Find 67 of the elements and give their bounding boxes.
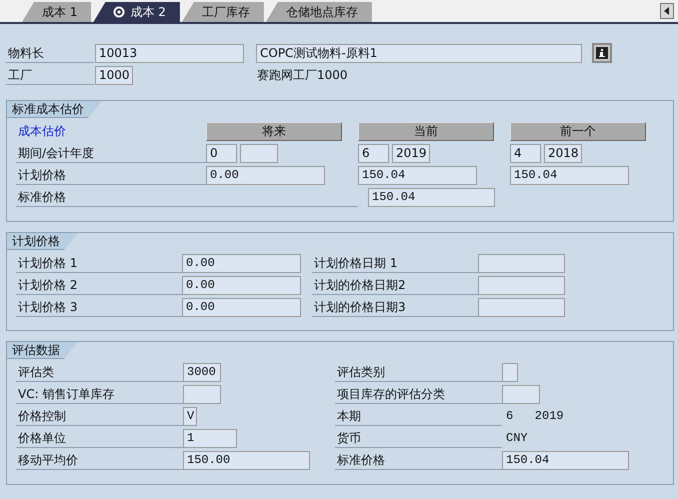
section-heading: 成本估价 [17,122,67,140]
input-field[interactable]: 150.04 [358,166,477,184]
field-label: 项目库存的评估分类 [335,384,502,404]
field-label: 价格单位 [16,428,183,448]
input-field[interactable]: 1 [183,428,237,448]
field-label: 期间/会计年度 [16,144,206,162]
input-field[interactable] [478,298,565,316]
field-value: CNY [505,431,528,445]
input-field[interactable] [502,362,518,382]
input-field[interactable]: 150.04 [510,166,629,184]
input-field[interactable]: 0.00 [182,298,301,316]
field-label: 计划的价格日期2 [312,276,478,294]
input-field[interactable] [478,254,565,272]
field-label: 货币 [335,428,502,448]
input-field[interactable] [478,276,565,294]
column-button[interactable]: 将来 [206,122,342,140]
field-label: 计划价格日期 1 [312,254,478,272]
tab[interactable]: 仓储地点库存 [266,2,372,22]
field-label: 移动平均价 [16,450,183,470]
input-field[interactable] [183,384,221,404]
input-field[interactable]: 2019 [392,144,430,162]
input-field[interactable] [240,144,278,162]
group-title: 标准成本估价 [7,101,102,118]
field-label: 计划的价格日期3 [312,298,478,316]
input-field[interactable]: 6 [358,144,389,162]
tab[interactable]: 成本 2 [93,2,180,22]
field-label: VC: 销售订单库存 [16,384,183,404]
input-field[interactable]: COPC测试物料-原料1 [256,44,582,62]
input-field[interactable] [502,384,540,404]
scroll-left-button[interactable] [660,3,674,19]
input-field[interactable]: 3000 [183,362,221,382]
input-field[interactable]: 150.00 [183,450,310,470]
field-label: 标准价格 [16,188,358,206]
field-label: 计划价格 [16,166,206,184]
caret-left-icon [664,7,670,15]
field-label: 物料长 [6,44,94,62]
field-label: 计划价格 2 [16,276,182,294]
group-title: 计划价格 [7,233,78,250]
input-field[interactable]: 0.00 [206,166,325,184]
input-field[interactable]: 0.00 [182,276,301,294]
plant-name: 赛跑网工厂1000 [257,66,348,84]
info-icon [596,47,608,59]
input-field[interactable]: 10013 [95,44,244,62]
field-label: 标准价格 [335,450,502,470]
field-label: 评估类 [16,362,183,382]
column-button[interactable]: 前一个 [510,122,646,140]
field-label: 工厂 [6,66,94,84]
field-label: 评估类别 [335,362,502,382]
input-field[interactable]: 2018 [544,144,582,162]
info-button[interactable] [592,43,612,63]
field-label: 本期 [335,406,502,426]
field-value: 6 2019 [505,409,564,423]
input-field[interactable]: 150.04 [368,188,495,206]
input-field[interactable]: 0.00 [182,254,301,272]
input-field[interactable]: 150.04 [502,450,629,470]
tab[interactable]: 工厂库存 [182,2,264,22]
column-button[interactable]: 当前 [358,122,494,140]
field-label: 价格控制 [16,406,183,426]
input-field[interactable]: 4 [510,144,541,162]
group-title: 评估数据 [7,342,78,359]
radio-icon [113,6,126,18]
field-label: 计划价格 1 [16,254,182,272]
tab[interactable]: 成本 1 [22,2,92,22]
input-field[interactable]: 0 [206,144,237,162]
input-field[interactable]: 1000 [95,66,133,84]
field-label: 计划价格 3 [16,298,182,316]
input-field[interactable]: V [183,406,197,426]
